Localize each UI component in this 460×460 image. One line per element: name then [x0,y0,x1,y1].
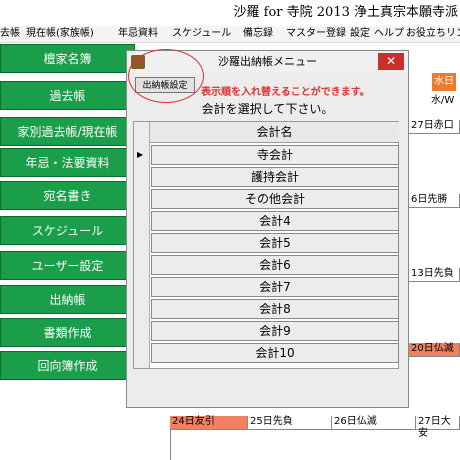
menu-item-nenki[interactable]: 年忌資料 [118,26,158,42]
account-row[interactable]: 会計9 [151,321,399,341]
sidebar-button-iebetsu[interactable]: 家別過去帳/現在帳 [0,117,135,146]
account-row[interactable]: 会計5 [151,233,399,253]
calendar-cell[interactable]: 26日仏滅 [332,416,416,430]
sidebar-button-nenki[interactable]: 年忌・法要資料 [0,148,135,177]
account-row[interactable]: 会計7 [151,277,399,297]
menu-item-help[interactable]: ヘルプ [374,26,404,42]
calendar-row-empty [170,430,460,460]
menu-item-links[interactable]: お役立ちリン [406,26,460,42]
calendar-cell[interactable]: 6日先勝 [409,194,460,208]
current-row-icon: ▶ [137,150,144,159]
account-row[interactable]: 会計8 [151,299,399,319]
calendar-cell[interactable]: 13日先負 [409,268,460,282]
account-row[interactable]: 会計10 [151,343,399,363]
menu-item-schedule[interactable]: スケジュール [172,26,231,42]
calendar-cell[interactable]: 24日友引 [170,416,248,430]
sidebar-button-shorui[interactable]: 書類作成 [0,318,135,347]
sidebar: 檀家名簿 過去帳 家別過去帳/現在帳 年忌・法要資料 宛名書き スケジュール ユ… [0,44,137,380]
menu-item-master[interactable]: マスター登録 [286,26,346,42]
grid-corner [134,122,150,143]
calendar-cell[interactable]: 27日赤口 [409,120,460,134]
account-grid: 会計名 ▶ 寺会計 護持会計 その他会計 会計4 会計5 会計6 会計7 会計8… [133,121,399,369]
close-icon[interactable]: ✕ [378,53,404,70]
account-row[interactable]: 寺会計 [151,145,399,165]
sidebar-button-schedule[interactable]: スケジュール [0,216,135,245]
account-row[interactable]: その他会計 [151,189,399,209]
dialog-title: 沙羅出納帳メニュー [218,55,317,68]
sidebar-button-user-settings[interactable]: ユーザー設定 [0,251,135,280]
sidebar-button-suitocho[interactable]: 出納帳 [0,285,135,314]
calendar-cell[interactable]: 20日仏滅 [409,343,460,357]
menu-item-settings[interactable]: 設定 [350,26,370,42]
column-header-account-name[interactable]: 会計名 [150,122,399,143]
menu-bar: 去帳 現在帳(家族帳) 年忌資料 スケジュール 備忘録 マスター登録 設定 ヘル… [0,26,460,43]
suitocho-menu-dialog: 沙羅出納帳メニュー ✕ 出納帳設定 表示順を入れ替えることができます。 会計を選… [126,50,409,408]
menu-item-bibouroku[interactable]: 備忘録 [243,26,273,42]
calendar-cell[interactable]: 25日先負 [248,416,332,430]
window-title: 沙羅 for 寺院 2013 浄土真宗本願寺派 [233,5,458,20]
calendar-badge: 水日 [432,73,456,91]
sidebar-button-kakocho[interactable]: 過去帳 [0,81,135,110]
window-titlebar: 沙羅 for 寺院 2013 浄土真宗本願寺派 [0,0,460,26]
account-row[interactable]: 護持会計 [151,167,399,187]
dialog-titlebar: 沙羅出納帳メニュー ✕ [127,51,408,73]
row-header-column [134,143,150,368]
sidebar-button-atena[interactable]: 宛名書き [0,181,135,210]
sidebar-button-danka[interactable]: 檀家名簿 [0,44,135,73]
instruction-text: 会計を選択して下さい。 [201,102,334,116]
suitocho-settings-button[interactable]: 出納帳設定 [135,77,195,93]
app-icon [131,55,145,69]
account-row[interactable]: 会計4 [151,211,399,231]
menu-item-genzaicho[interactable]: 現在帳(家族帳) [26,26,94,42]
account-row[interactable]: 会計6 [151,255,399,275]
menu-item-kakocho[interactable]: 去帳 [0,26,20,42]
sidebar-button-ekoubo[interactable]: 回向簿作成 [0,351,135,380]
calendar-cell[interactable]: 27日大安 [416,416,460,439]
calendar-weekday-header: 水/W [431,95,455,106]
reorder-note: 表示順を入れ替えることができます。 [201,87,370,98]
